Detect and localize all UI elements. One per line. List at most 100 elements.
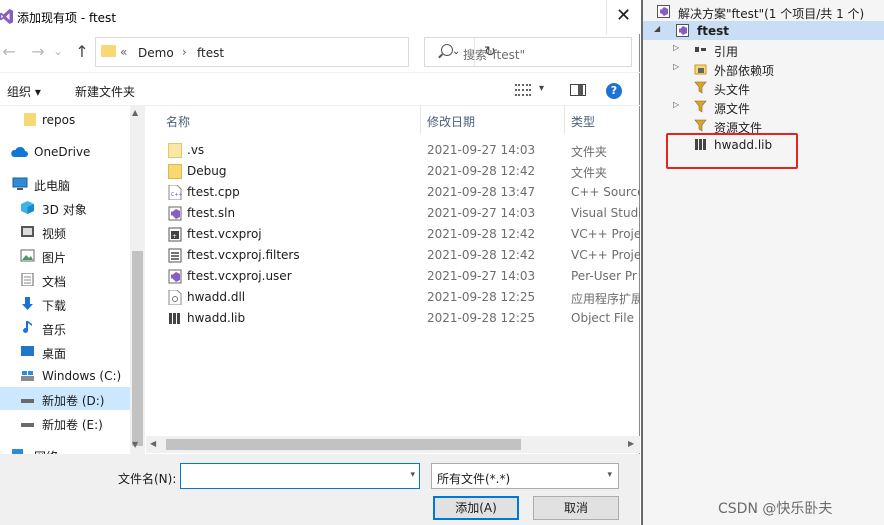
recent-locations-button[interactable]: ⌄ bbox=[49, 44, 67, 58]
file-list: 名称 ^ 修改日期 类型 .vs 2021-09-27 14:03 文件夹 De… bbox=[146, 106, 640, 436]
file-name: ftest.vcxproj.user bbox=[187, 269, 292, 283]
nav-item-label: 新加卷 (D:) bbox=[42, 394, 105, 408]
nav-item-downloads[interactable]: 下载 bbox=[0, 292, 130, 315]
expand-icon[interactable]: ▷ bbox=[673, 62, 679, 71]
file-list-horizontal-scrollbar[interactable]: ◀ ▶ bbox=[146, 436, 640, 453]
navigation-pane-scrollbar[interactable]: ▲ ▼ bbox=[130, 106, 145, 454]
file-row[interactable]: ftest.vcxproj.user 2021-09-27 14:03 Per-… bbox=[146, 266, 640, 287]
navigation-row: ← → ⌄ ↑ « Demo › ftest ⌄ ↻ 搜索"ftest" bbox=[0, 34, 640, 70]
view-dropdown-icon[interactable]: ▾ bbox=[539, 83, 544, 94]
dialog-title: 添加现有项 - ftest bbox=[17, 11, 117, 25]
scroll-up-icon[interactable]: ▲ bbox=[132, 108, 138, 117]
nav-item-drive-e[interactable]: 新加卷 (E:) bbox=[0, 411, 130, 434]
file-name-label: 文件名(N): bbox=[118, 472, 177, 486]
tree-node-source-files[interactable]: ▷ 源文件 bbox=[643, 97, 884, 116]
tree-node-references[interactable]: ▷ 引用 bbox=[643, 40, 884, 59]
new-folder-button[interactable]: 新建文件夹 bbox=[75, 83, 135, 100]
file-row[interactable]: + ftest.vcxproj 2021-09-28 12:42 VC++ Pr… bbox=[146, 224, 640, 245]
help-icon[interactable]: ? bbox=[606, 83, 622, 99]
solution-label: 解决方案"ftest"(1 个项目/共 1 个) bbox=[678, 7, 865, 21]
nav-item-desktop[interactable]: 桌面 bbox=[0, 340, 130, 363]
view-options-icon[interactable] bbox=[515, 84, 531, 96]
breadcrumb-overflow-icon[interactable]: « bbox=[120, 45, 127, 59]
nav-item-3d-objects[interactable]: 3D 对象 bbox=[0, 196, 130, 219]
lib-file-icon bbox=[169, 313, 180, 324]
nav-item-network[interactable]: 网络 bbox=[0, 443, 130, 454]
column-header-type[interactable]: 类型 bbox=[571, 113, 595, 130]
drive-icon bbox=[21, 371, 34, 381]
file-row[interactable]: ftest.vcxproj.filters 2021-09-28 12:42 V… bbox=[146, 245, 640, 266]
up-button[interactable]: ↑ bbox=[73, 42, 91, 61]
folder-icon bbox=[101, 45, 116, 57]
nav-item-label: OneDrive bbox=[34, 145, 91, 159]
add-button[interactable]: 添加(A) bbox=[433, 496, 519, 520]
collapse-icon[interactable]: ◢ bbox=[654, 24, 660, 33]
filter-folder-icon bbox=[694, 119, 707, 132]
file-name: ftest.sln bbox=[187, 206, 236, 220]
file-name: ftest.vcxproj bbox=[187, 227, 262, 241]
column-header-name[interactable]: 名称 bbox=[166, 113, 190, 130]
file-row[interactable]: hwadd.dll 2021-09-28 12:25 应用程序扩展 bbox=[146, 287, 640, 308]
scroll-down-icon[interactable]: ▼ bbox=[132, 440, 138, 449]
nav-item-pictures[interactable]: 图片 bbox=[0, 244, 130, 267]
solution-node[interactable]: 解决方案"ftest"(1 个项目/共 1 个) bbox=[643, 2, 884, 21]
file-row[interactable]: .vs 2021-09-27 14:03 文件夹 bbox=[146, 140, 640, 161]
organize-menu-button[interactable]: 组织 ▾ bbox=[7, 83, 41, 100]
file-row[interactable]: Debug 2021-09-28 12:42 文件夹 bbox=[146, 161, 640, 182]
file-name: hwadd.lib bbox=[187, 311, 246, 325]
nav-item-drive-d[interactable]: 新加卷 (D:) bbox=[0, 387, 130, 410]
nav-item-label: 视频 bbox=[42, 227, 67, 241]
nav-item-label: 文档 bbox=[42, 275, 67, 289]
file-type-select[interactable]: 所有文件(*.*) ▾ bbox=[431, 463, 619, 489]
nav-item-videos[interactable]: 视频 bbox=[0, 220, 130, 243]
nav-item-documents[interactable]: 文档 bbox=[0, 268, 130, 291]
file-name-input[interactable]: ▾ bbox=[180, 463, 420, 489]
search-icon bbox=[441, 44, 453, 56]
nav-item-drive-c[interactable]: Windows (C:) bbox=[0, 364, 130, 387]
file-type: 应用程序扩展 bbox=[571, 292, 640, 306]
expand-icon[interactable]: ▷ bbox=[673, 43, 679, 52]
breadcrumb-demo[interactable]: Demo bbox=[138, 46, 174, 60]
file-date: 2021-09-28 13:47 bbox=[427, 185, 536, 199]
file-row[interactable]: ftest.sln 2021-09-27 14:03 Visual Studio bbox=[146, 203, 640, 224]
file-date: 2021-09-28 12:25 bbox=[427, 311, 536, 325]
scrollbar-thumb[interactable] bbox=[132, 251, 143, 446]
column-divider[interactable] bbox=[420, 106, 421, 134]
project-label: ftest bbox=[697, 24, 729, 38]
tree-node-label: 源文件 bbox=[714, 102, 751, 116]
close-button[interactable]: ✕ bbox=[606, 0, 640, 34]
file-name: ftest.cpp bbox=[187, 185, 240, 199]
column-divider[interactable] bbox=[564, 106, 565, 134]
forward-button[interactable]: → bbox=[29, 42, 47, 61]
chevron-down-icon[interactable]: ▾ bbox=[410, 470, 415, 480]
cpp-project-icon bbox=[676, 24, 689, 37]
file-name: .vs bbox=[187, 143, 205, 157]
scroll-right-icon[interactable]: ▶ bbox=[628, 439, 634, 448]
file-date: 2021-09-27 14:03 bbox=[427, 269, 536, 283]
file-row[interactable]: hwadd.lib 2021-09-28 12:25 Object File bbox=[146, 308, 640, 329]
nav-item-this-pc[interactable]: 此电脑 bbox=[0, 172, 130, 195]
music-icon bbox=[23, 321, 32, 333]
nav-item-repos[interactable]: repos bbox=[0, 108, 130, 131]
desktop-icon bbox=[21, 346, 34, 356]
project-node-ftest[interactable]: ◢ ftest bbox=[643, 21, 884, 40]
scroll-left-icon[interactable]: ◀ bbox=[150, 439, 156, 448]
nav-item-onedrive[interactable]: OneDrive bbox=[0, 140, 130, 163]
tree-node-external-dependencies[interactable]: ▷ 外部依赖项 bbox=[643, 59, 884, 78]
scrollbar-thumb[interactable] bbox=[166, 439, 521, 450]
expand-icon[interactable]: ▷ bbox=[673, 100, 679, 109]
nav-item-label: Windows (C:) bbox=[42, 369, 122, 383]
search-box[interactable]: 搜索"ftest" bbox=[424, 37, 632, 67]
back-button[interactable]: ← bbox=[0, 42, 18, 61]
breadcrumb-ftest[interactable]: ftest bbox=[197, 46, 224, 60]
file-date: 2021-09-28 12:42 bbox=[427, 248, 536, 262]
preview-pane-icon[interactable] bbox=[570, 84, 586, 96]
tree-node-header-files[interactable]: 头文件 bbox=[643, 78, 884, 97]
breadcrumb-separator-icon[interactable]: › bbox=[182, 45, 187, 59]
cancel-button[interactable]: 取消 bbox=[533, 496, 619, 520]
filter-folder-icon bbox=[694, 100, 707, 113]
file-row[interactable]: C++ ftest.cpp 2021-09-28 13:47 C++ Sourc… bbox=[146, 182, 640, 203]
nav-item-music[interactable]: 音乐 bbox=[0, 316, 130, 339]
column-header-date[interactable]: 修改日期 bbox=[427, 113, 475, 130]
address-bar[interactable]: « Demo › ftest ⌄ ↻ bbox=[95, 37, 496, 67]
